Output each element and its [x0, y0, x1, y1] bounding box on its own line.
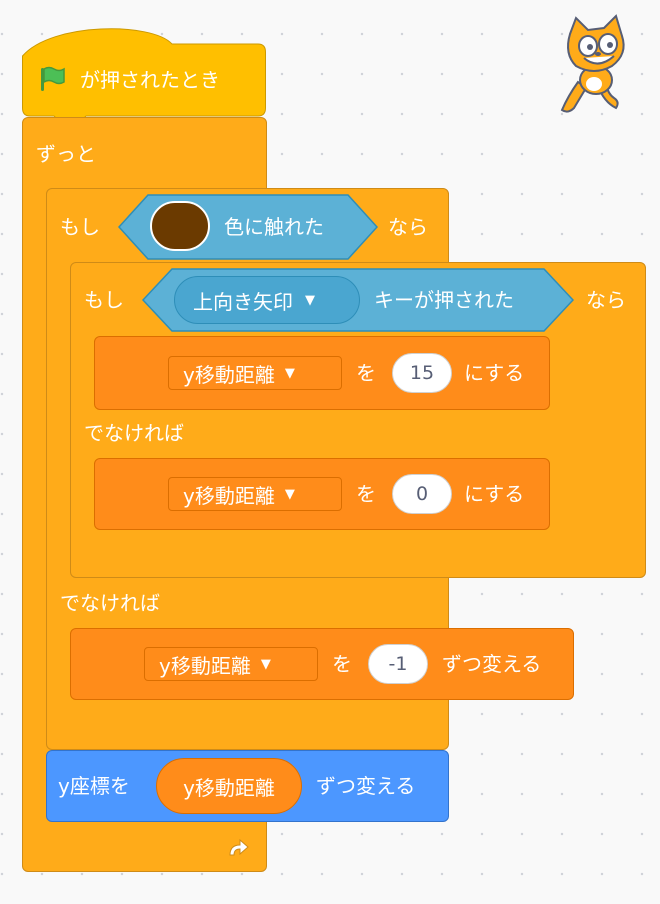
- variable-reporter[interactable]: y移動距離: [156, 758, 302, 814]
- variable-dropdown[interactable]: y移動距離 ▼: [144, 647, 318, 681]
- variable-dropdown[interactable]: y移動距離 ▼: [168, 477, 342, 511]
- hat-label: が押されたとき: [80, 68, 220, 92]
- else-label: でなければ: [84, 421, 184, 445]
- chevron-down-icon: ▼: [284, 365, 295, 381]
- by-label: を: [332, 652, 352, 676]
- forever-label: ずっと: [36, 142, 96, 166]
- value-input[interactable]: -1: [368, 644, 428, 684]
- when-flag-clicked-hat-block[interactable]: が押されたとき: [22, 20, 266, 118]
- key-pressed-label: キーが押された: [374, 288, 514, 312]
- variable-name: y移動距離: [159, 653, 251, 678]
- if-label: もし: [84, 288, 124, 312]
- loop-arrow-icon: [224, 835, 252, 867]
- change-y-label: y座標を: [58, 774, 130, 798]
- to-label: を: [356, 482, 376, 506]
- else-label: でなければ: [60, 591, 160, 615]
- if-label: もし: [60, 215, 100, 239]
- color-swatch[interactable]: [150, 201, 210, 251]
- touching-color-condition[interactable]: 色に触れた: [118, 194, 378, 260]
- value-text: 15: [409, 362, 435, 384]
- value-text: 0: [415, 483, 429, 505]
- touching-color-label: 色に触れた: [224, 215, 324, 239]
- then-label: なら: [586, 288, 626, 312]
- chevron-down-icon: ▼: [284, 486, 295, 502]
- key-dropdown-value: 上向き矢印: [193, 289, 293, 314]
- then-label: なら: [388, 215, 428, 239]
- key-dropdown[interactable]: 上向き矢印 ▼: [174, 276, 360, 324]
- variable-name: y移動距離: [183, 483, 275, 508]
- reporter-name: y移動距離: [183, 775, 275, 800]
- green-flag-icon: [38, 65, 66, 97]
- key-pressed-condition[interactable]: 上向き矢印 ▼ キーが押された: [142, 268, 574, 332]
- variable-name: y移動距離: [183, 362, 275, 387]
- scratch-cat-logo: [554, 14, 634, 120]
- change-suffix-label: ずつ変える: [442, 652, 542, 676]
- value-input[interactable]: 0: [392, 474, 452, 514]
- chevron-down-icon: ▼: [305, 292, 315, 308]
- value-input[interactable]: 15: [392, 353, 452, 393]
- to-label: を: [356, 361, 376, 385]
- set-suffix-label: にする: [464, 482, 525, 506]
- set-suffix-label: にする: [464, 361, 525, 385]
- value-text: -1: [388, 653, 408, 675]
- chevron-down-icon: ▼: [260, 656, 271, 672]
- change-y-suffix: ずつ変える: [316, 774, 416, 798]
- variable-dropdown[interactable]: y移動距離 ▼: [168, 356, 342, 390]
